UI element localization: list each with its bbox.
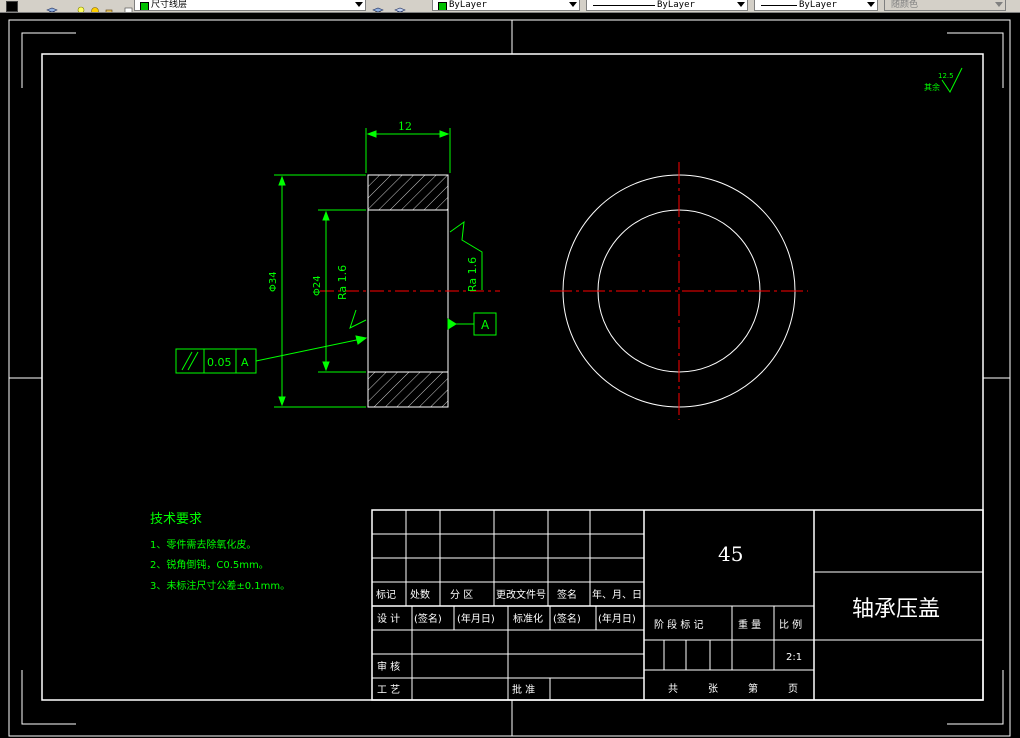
corner-mark-br: [947, 670, 1004, 725]
roughness-rest-symbol: 其余 12.5: [924, 67, 963, 93]
part-name-text: 轴承压盖: [852, 597, 940, 622]
corner-mark-bl: [21, 670, 76, 725]
scale-value: 2:1: [786, 652, 802, 663]
hatch-bottom: [367, 371, 449, 408]
corner-mark-tl: [21, 32, 76, 88]
sheet-total-label: 共: [668, 683, 678, 695]
sheet-count-label: 张: [708, 683, 718, 695]
standard-sign: (签名): [553, 612, 581, 625]
process-label: 工 艺: [377, 684, 400, 696]
sheet-frame: [8, 19, 1011, 737]
review-label: 审 核: [377, 660, 400, 673]
rev-header-zone: 分 区: [450, 589, 473, 601]
tech-requirement-1: 1、零件需去除氧化皮。: [150, 538, 256, 551]
page-label: 页: [788, 683, 798, 695]
roughness-left-text: Ra 1.6: [336, 265, 349, 300]
sheet-inner-border: [41, 53, 984, 701]
stage-label: 阶 段 标 记: [654, 618, 704, 631]
rev-header-doc: 更改文件号: [496, 588, 546, 601]
sheet-num-label: 第: [748, 682, 758, 695]
hatch-top: [367, 174, 449, 211]
tolerance-value: 0.05: [207, 356, 232, 369]
standard-date: (年月日): [598, 612, 636, 625]
material-text: 45: [718, 542, 743, 566]
rev-header-date: 年、月、日: [592, 588, 642, 601]
dim-outer-dia-text: Φ34: [268, 271, 279, 292]
roughness-rest-label: 其余: [924, 82, 940, 92]
sheet-outer-border: [8, 19, 1011, 737]
design-date: (年月日): [457, 612, 495, 625]
rev-header-mark: 标记: [376, 589, 396, 601]
design-sign: (签名): [414, 612, 442, 625]
tolerance-datum: A: [241, 356, 249, 369]
title-block-texts: 45 轴承压盖 标记 处数 分 区 更改文件号 签名 年、月、日 设 计 (签名…: [376, 542, 940, 696]
datum-label: A: [481, 318, 490, 332]
roughness-rest-value: 12.5: [938, 72, 954, 80]
corner-mark-tr: [947, 32, 1004, 88]
weight-label: 重 量: [738, 618, 761, 631]
approve-label: 批 准: [512, 683, 535, 696]
dim-width-text: 12: [398, 120, 412, 133]
design-label: 设 计: [377, 612, 400, 625]
tech-requirements-title: 技术要求: [150, 512, 202, 527]
tolerance-frame: [175, 335, 368, 374]
roughness-right-text: Ra 1.6: [466, 257, 479, 292]
section-view: 12 Φ34 Φ24 Ra 1.6 Ra 1.6 A 0.05 A: [175, 120, 500, 408]
roughness-left-symbol: [349, 309, 367, 329]
tech-requirements: 技术要求 1、零件需去除氧化皮。 2、锐角倒钝，C0.5mm。 3、未标注尺寸公…: [150, 512, 290, 592]
dim-inner-dia-text: Φ24: [312, 275, 323, 296]
tech-requirement-3: 3、未标注尺寸公差±0.1mm。: [150, 579, 290, 592]
tech-requirement-2: 2、锐角倒钝，C0.5mm。: [150, 558, 269, 571]
rev-header-sign: 签名: [557, 588, 577, 601]
rev-header-count: 处数: [410, 588, 430, 601]
standard-label: 标准化: [513, 612, 543, 625]
scale-label: 比 例: [779, 618, 802, 631]
drawing-canvas[interactable]: 其余 12.5 12 Φ34 Φ24 Ra 1.6 Ra 1.6 A 0.05 …: [0, 0, 1020, 738]
front-view: [550, 162, 808, 420]
